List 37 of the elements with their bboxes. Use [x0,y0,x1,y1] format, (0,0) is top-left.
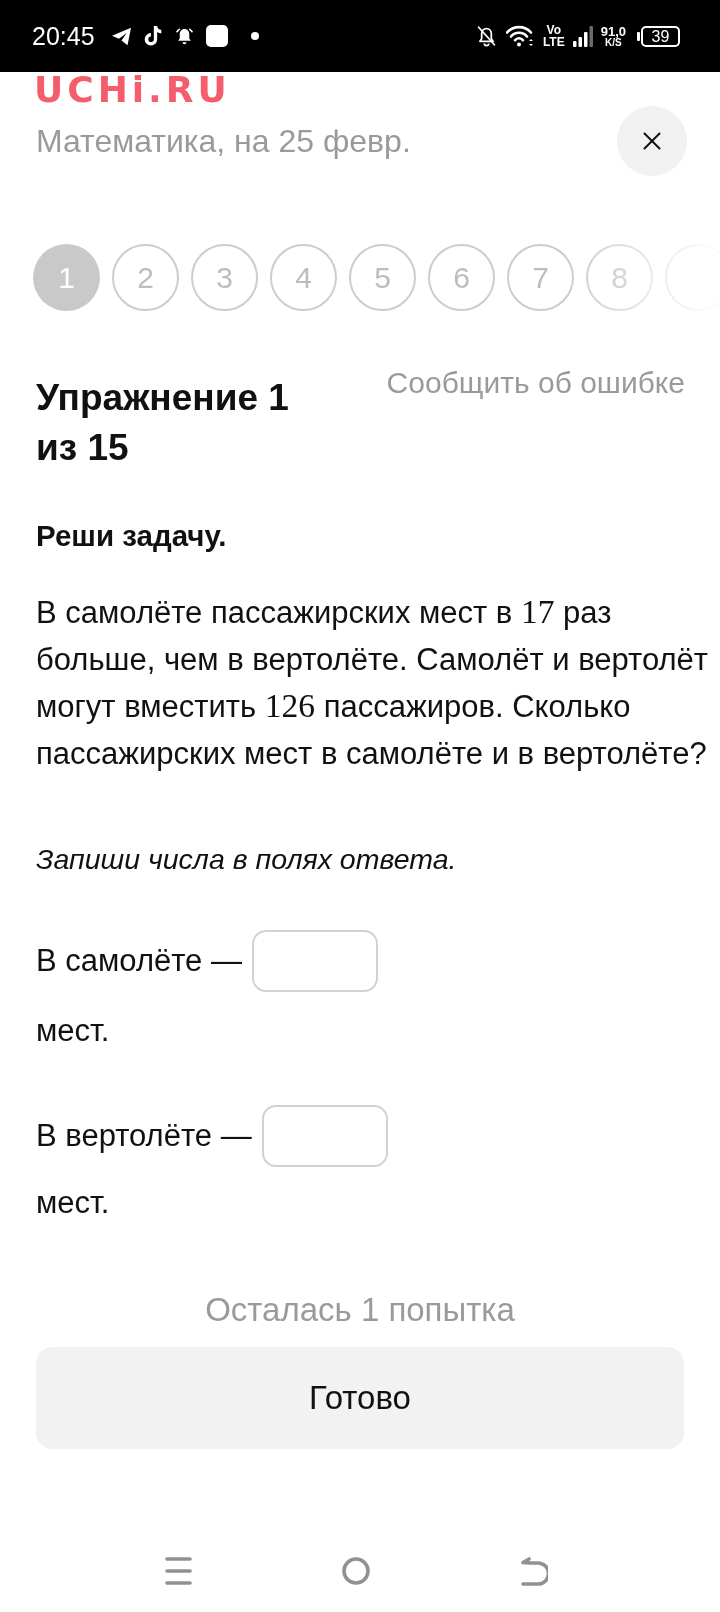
menu-icon[interactable] [164,1557,192,1585]
unit-text: мест. [36,1184,110,1222]
answer-field[interactable] [261,1105,388,1167]
time-text: 20:45 [32,21,95,51]
wifi-icon [505,25,534,47]
submit-button[interactable]: Готово [36,1347,684,1449]
speed-unit: K/S [605,37,622,48]
task-instruction: Реши задачу. [36,518,228,554]
report-error-link[interactable]: Сообщить об ошибке [386,363,685,403]
telegram-icon [110,26,132,46]
step-button[interactable]: 6 [428,244,495,311]
dot-icon [250,32,259,40]
music-note-icon [142,25,163,47]
speed-value: 91,0 [600,24,626,38]
logo-text: UCHi.RU [34,74,231,106]
bell-off-icon [475,25,497,47]
answer-hint: Запиши числа в полях ответа. [36,842,458,877]
home-icon[interactable] [342,1557,370,1585]
network-label: Vo [546,24,561,36]
answer-label: В самолёте — [36,942,242,980]
task-text: В самолёте пассажирских мест в 17 раз больше, чем в вертолёте. Самолёт и вертолёт могут вместить 126 пассажиров. Сколько пассажирских мест в самолёте и в вертолёте? [36,592,710,773]
answer-field[interactable] [251,930,378,992]
step-button[interactable]: 7 [507,244,574,311]
alarm-bell-icon [174,26,194,46]
step-button[interactable]: 2 [112,244,179,311]
exercise-title: Упражнение 1 из 15 [36,376,290,470]
lesson-subtitle: Математика, на 25 февр. [36,122,411,161]
unit-text: мест. [36,1012,110,1050]
step-button[interactable]: 5 [349,244,416,311]
signal-icon [572,25,594,47]
answer-label: В вертолёте — [36,1117,252,1155]
square-icon [205,25,228,47]
step-button[interactable]: 3 [191,244,258,311]
attempts-text: Осталась 1 попытка [204,1290,516,1330]
step-button[interactable]: 4 [270,244,337,311]
network-label: LTE [542,36,565,48]
back-icon[interactable] [520,1556,548,1586]
